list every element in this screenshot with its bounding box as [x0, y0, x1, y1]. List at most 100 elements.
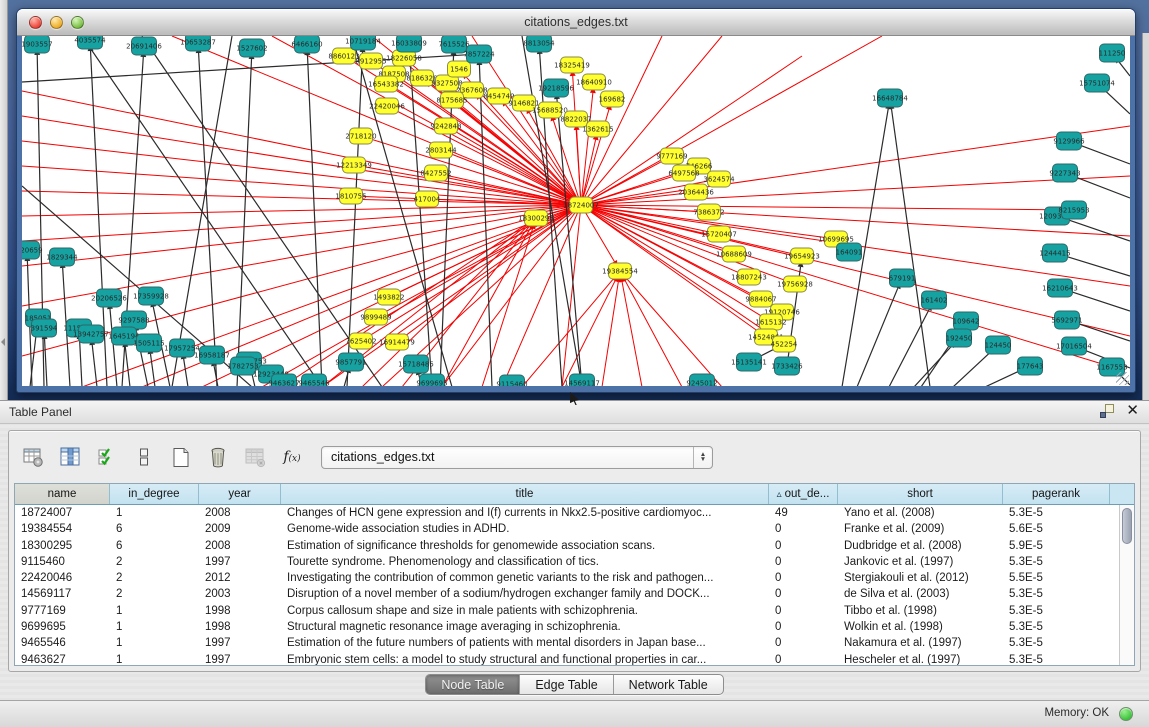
table-row[interactable]: 1830029562008Estimation of significance …: [15, 538, 1134, 554]
column-header-name[interactable]: name: [15, 484, 110, 504]
clear-selection-icon[interactable]: [132, 445, 156, 469]
table-cell[interactable]: 1997: [199, 554, 281, 570]
table-cell[interactable]: 22420046: [15, 570, 110, 586]
table-cell[interactable]: Embryonic stem cells: a model to study s…: [281, 652, 769, 666]
table-cell[interactable]: Structural magnetic resonance image aver…: [281, 619, 769, 635]
column-header-title[interactable]: title: [281, 484, 769, 504]
table-panel-header[interactable]: Table Panel ✕: [0, 401, 1149, 424]
table-cell[interactable]: 0: [769, 570, 838, 586]
table-cell[interactable]: 1998: [199, 619, 281, 635]
table-cell[interactable]: Jankovic et al. (1997): [838, 554, 1003, 570]
table-cell[interactable]: de Silva et al. (2003): [838, 586, 1003, 602]
table-cell[interactable]: 2: [110, 570, 199, 586]
table-cell[interactable]: 2008: [199, 505, 281, 521]
column-header-out_de[interactable]: ▵out_de...: [769, 484, 838, 504]
table-cell[interactable]: 1998: [199, 603, 281, 619]
table-cell[interactable]: 2003: [199, 586, 281, 602]
table-cell[interactable]: Tourette syndrome. Phenomenology and cla…: [281, 554, 769, 570]
table-cell[interactable]: 5.3E-5: [1003, 619, 1110, 635]
table-cell[interactable]: Investigating the contribution of common…: [281, 570, 769, 586]
table-cell[interactable]: 0: [769, 603, 838, 619]
table-cell[interactable]: 5.3E-5: [1003, 652, 1110, 666]
table-cell[interactable]: 2009: [199, 521, 281, 537]
table-cell[interactable]: 1997: [199, 652, 281, 666]
table-cell[interactable]: 6: [110, 538, 199, 554]
table-mode-icon[interactable]: [21, 445, 45, 469]
table-cell[interactable]: Estimation of significance thresholds fo…: [281, 538, 769, 554]
table-cell[interactable]: 9465546: [15, 635, 110, 651]
table-cell[interactable]: Corpus callosum shape and size in male p…: [281, 603, 769, 619]
tab-edge-table[interactable]: Edge Table: [520, 675, 613, 694]
table-cell[interactable]: 19384554: [15, 521, 110, 537]
table-cell[interactable]: Tibbo et al. (1998): [838, 603, 1003, 619]
network-canvas[interactable]: 1872400788601238912955182260588187508818…: [22, 36, 1130, 386]
table-cell[interactable]: Estimation of the future numbers of pati…: [281, 635, 769, 651]
function-builder-icon[interactable]: f(x): [280, 445, 304, 469]
table-cell[interactable]: 2008: [199, 538, 281, 554]
table-row[interactable]: 2242004622012Investigating the contribut…: [15, 570, 1134, 586]
table-cell[interactable]: 5.6E-5: [1003, 521, 1110, 537]
table-row[interactable]: 969969511998Structural magnetic resonanc…: [15, 619, 1134, 635]
table-cell[interactable]: 0: [769, 521, 838, 537]
table-cell[interactable]: 5.3E-5: [1003, 505, 1110, 521]
table-cell[interactable]: 2012: [199, 570, 281, 586]
table-row[interactable]: 1938455462009Genome-wide association stu…: [15, 521, 1134, 537]
scrollbar-thumb[interactable]: [1122, 508, 1132, 544]
table-cell[interactable]: 0: [769, 586, 838, 602]
table-row[interactable]: 946554611997Estimation of the future num…: [15, 635, 1134, 651]
table-cell[interactable]: 0: [769, 635, 838, 651]
tab-network-table[interactable]: Network Table: [614, 675, 723, 694]
table-cell[interactable]: 5.3E-5: [1003, 554, 1110, 570]
table-cell[interactable]: Yano et al. (2008): [838, 505, 1003, 521]
table-row[interactable]: 977716911998Corpus callosum shape and si…: [15, 603, 1134, 619]
select-all-icon[interactable]: [95, 445, 119, 469]
resize-grip[interactable]: [1116, 372, 1129, 385]
table-cell[interactable]: Genome-wide association studies in ADHD.: [281, 521, 769, 537]
table-cell[interactable]: Franke et al. (2009): [838, 521, 1003, 537]
table-cell[interactable]: Nakamura et al. (1997): [838, 635, 1003, 651]
table-cell[interactable]: 18724007: [15, 505, 110, 521]
table-cell[interactable]: 1: [110, 505, 199, 521]
table-cell[interactable]: 9777169: [15, 603, 110, 619]
table-cell[interactable]: Disruption of a novel member of a sodium…: [281, 586, 769, 602]
delete-column-icon[interactable]: [206, 445, 230, 469]
new-column-icon[interactable]: [169, 445, 193, 469]
column-header-year[interactable]: year: [199, 484, 281, 504]
table-row[interactable]: 1872400712008Changes of HCN gene express…: [15, 505, 1134, 521]
table-cell[interactable]: 14569117: [15, 586, 110, 602]
table-cell[interactable]: Changes of HCN gene expression and I(f) …: [281, 505, 769, 521]
table-cell[interactable]: 1: [110, 619, 199, 635]
table-cell[interactable]: 2: [110, 586, 199, 602]
table-cell[interactable]: 5.3E-5: [1003, 603, 1110, 619]
float-panel-icon[interactable]: [1100, 404, 1114, 418]
table-cell[interactable]: 9115460: [15, 554, 110, 570]
vertical-scrollbar[interactable]: [1119, 505, 1134, 665]
table-cell[interactable]: 1: [110, 652, 199, 666]
table-row[interactable]: 1456911722003Disruption of a novel membe…: [15, 586, 1134, 602]
table-row[interactable]: 911546021997Tourette syndrome. Phenomeno…: [15, 554, 1134, 570]
show-columns-icon[interactable]: [58, 445, 82, 469]
table-cell[interactable]: 0: [769, 652, 838, 666]
table-cell[interactable]: 9699695: [15, 619, 110, 635]
column-header-short[interactable]: short: [838, 484, 1003, 504]
table-cell[interactable]: 5.3E-5: [1003, 586, 1110, 602]
delete-table-icon[interactable]: [243, 445, 267, 469]
table-cell[interactable]: 0: [769, 619, 838, 635]
table-cell[interactable]: 9463627: [15, 652, 110, 666]
table-cell[interactable]: 1: [110, 603, 199, 619]
tab-node-table[interactable]: Node Table: [426, 675, 520, 694]
table-cell[interactable]: Dudbridge et al. (2008): [838, 538, 1003, 554]
table-cell[interactable]: 1: [110, 635, 199, 651]
column-header-in_degree[interactable]: in_degree: [110, 484, 199, 504]
table-cell[interactable]: 2: [110, 554, 199, 570]
table-cell[interactable]: Wolkin et al. (1998): [838, 619, 1003, 635]
table-selector-dropdown[interactable]: citations_edges.txt ▲▼: [321, 446, 713, 469]
table-cell[interactable]: 0: [769, 554, 838, 570]
network-window-titlebar[interactable]: citations_edges.txt: [17, 9, 1135, 36]
table-cell[interactable]: 49: [769, 505, 838, 521]
table-cell[interactable]: 5.9E-5: [1003, 538, 1110, 554]
table-cell[interactable]: 6: [110, 521, 199, 537]
table-cell[interactable]: 0: [769, 538, 838, 554]
table-row[interactable]: 946362711997Embryonic stem cells: a mode…: [15, 652, 1134, 666]
table-cell[interactable]: Stergiakouli et al. (2012): [838, 570, 1003, 586]
